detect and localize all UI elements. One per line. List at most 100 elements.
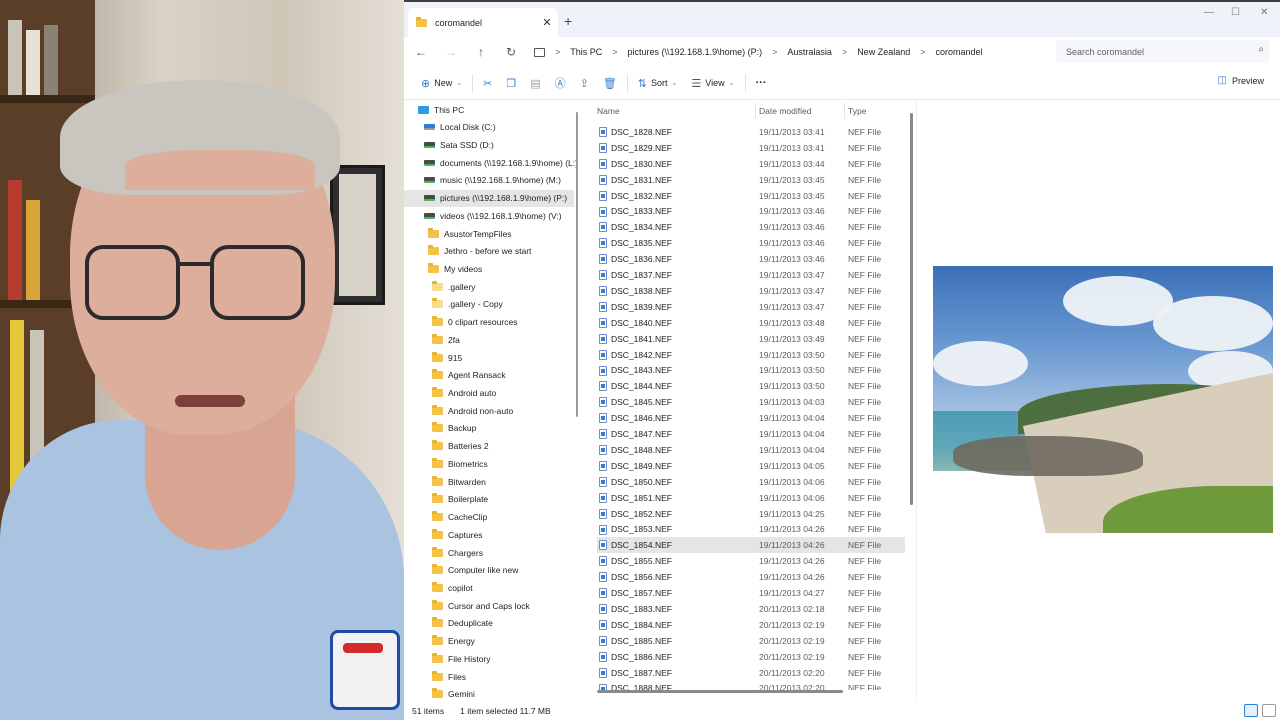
nav-item[interactable]: Files [432, 668, 466, 685]
file-row[interactable]: DSC_1841.NEF 19/11/2013 03:49 NEF File [597, 331, 905, 347]
nav-item[interactable]: Cursor and Caps lock [432, 597, 530, 614]
delete-button[interactable]: 🗑 [596, 71, 624, 95]
file-row[interactable]: DSC_1883.NEF 20/11/2013 02:18 NEF File [597, 601, 905, 617]
file-row[interactable]: DSC_1884.NEF 20/11/2013 02:19 NEF File [597, 617, 905, 633]
nav-item[interactable]: Gemini [432, 686, 475, 702]
file-row[interactable]: DSC_1886.NEF 20/11/2013 02:19 NEF File [597, 649, 905, 665]
nav-item[interactable]: 2fa [432, 331, 460, 348]
close-window-button[interactable]: ✕ [1260, 7, 1268, 18]
file-row[interactable]: DSC_1853.NEF 19/11/2013 04:26 NEF File [597, 522, 905, 538]
nav-item[interactable]: Sata SSD (D:) [424, 136, 494, 153]
nav-item[interactable]: My videos [428, 260, 482, 277]
more-options-button[interactable]: ··· [749, 71, 774, 95]
nav-item[interactable]: copilot [432, 579, 473, 596]
nav-item[interactable]: Deduplicate [432, 615, 493, 632]
refresh-icon[interactable]: ↻ [496, 45, 526, 59]
nav-item[interactable]: CacheClip [432, 509, 487, 526]
nav-item[interactable]: AsustorTempFiles [428, 225, 512, 242]
column-header-date-modified[interactable]: Date modified [759, 100, 811, 122]
file-row[interactable]: DSC_1829.NEF 19/11/2013 03:41 NEF File [597, 140, 905, 156]
nav-item[interactable]: Android non-auto [432, 402, 513, 419]
share-button[interactable]: ⇪ [573, 71, 596, 95]
new-button[interactable]: ⊕ New ⌄ [414, 71, 469, 95]
file-row[interactable]: DSC_1839.NEF 19/11/2013 03:47 NEF File [597, 299, 905, 315]
file-list-horizontal-scrollbar[interactable] [597, 690, 843, 693]
breadcrumb-separator[interactable]: > [555, 47, 560, 57]
file-row[interactable]: DSC_1857.NEF 19/11/2013 04:27 NEF File [597, 585, 905, 601]
breadcrumb-separator[interactable]: > [842, 47, 847, 57]
file-row[interactable]: DSC_1838.NEF 19/11/2013 03:47 NEF File [597, 283, 905, 299]
file-row[interactable]: DSC_1855.NEF 19/11/2013 04:26 NEF File [597, 553, 905, 569]
column-header-type[interactable]: Type [848, 100, 866, 122]
close-tab-icon[interactable]: ✕ [540, 16, 554, 29]
file-row[interactable]: DSC_1854.NEF 19/11/2013 04:26 NEF File [597, 537, 905, 554]
nav-item[interactable]: Bitwarden [432, 473, 486, 490]
file-row[interactable]: DSC_1837.NEF 19/11/2013 03:47 NEF File [597, 267, 905, 283]
nav-item[interactable]: Backup [432, 420, 476, 437]
copy-button[interactable]: ❐ [499, 71, 523, 95]
file-row[interactable]: DSC_1852.NEF 19/11/2013 04:25 NEF File [597, 506, 905, 522]
up-arrow-icon[interactable]: ↑ [466, 45, 496, 59]
nav-item[interactable]: Batteries 2 [432, 438, 489, 455]
nav-item[interactable]: Local Disk (C:) [424, 119, 496, 136]
nav-item[interactable]: 915 [432, 349, 462, 366]
breadcrumb-separator[interactable]: > [612, 47, 617, 57]
file-row[interactable]: DSC_1888.NEF 20/11/2013 02:20 NEF File [597, 681, 905, 690]
file-row[interactable]: DSC_1836.NEF 19/11/2013 03:46 NEF File [597, 251, 905, 267]
breadcrumb-australasia[interactable]: Australasia [787, 47, 832, 57]
nav-item[interactable]: File History [432, 650, 491, 667]
file-row[interactable]: DSC_1849.NEF 19/11/2013 04:05 NEF File [597, 458, 905, 474]
new-tab-button[interactable]: + [564, 13, 572, 29]
breadcrumb-new-zealand[interactable]: New Zealand [857, 47, 910, 57]
nav-item[interactable]: Agent Ransack [432, 367, 506, 384]
column-header-name[interactable]: Name [597, 100, 620, 122]
large-icons-view-icon[interactable] [1262, 704, 1276, 717]
maximize-button[interactable]: ☐ [1231, 7, 1240, 18]
file-row[interactable]: DSC_1834.NEF 19/11/2013 03:46 NEF File [597, 219, 905, 235]
breadcrumb-this-pc[interactable]: This PC [570, 47, 602, 57]
nav-item[interactable]: .gallery - Copy [432, 296, 503, 313]
nav-item[interactable]: music (\\192.168.1.9\home) (M:) [424, 172, 561, 189]
file-row[interactable]: DSC_1833.NEF 19/11/2013 03:46 NEF File [597, 204, 905, 220]
file-row[interactable]: DSC_1828.NEF 19/11/2013 03:41 NEF File [597, 124, 905, 140]
file-row[interactable]: DSC_1830.NEF 19/11/2013 03:44 NEF File [597, 156, 905, 172]
nav-item[interactable]: Captures [432, 526, 483, 543]
file-row[interactable]: DSC_1844.NEF 19/11/2013 03:50 NEF File [597, 378, 905, 394]
file-row[interactable]: DSC_1856.NEF 19/11/2013 04:26 NEF File [597, 569, 905, 585]
file-row[interactable]: DSC_1843.NEF 19/11/2013 03:50 NEF File [597, 363, 905, 379]
tab-coromandel[interactable]: coromandel ✕ [408, 8, 558, 37]
search-input[interactable]: Search coromandel ⌕ [1056, 40, 1270, 63]
file-row[interactable]: DSC_1848.NEF 19/11/2013 04:04 NEF File [597, 442, 905, 458]
file-row[interactable]: DSC_1850.NEF 19/11/2013 04:06 NEF File [597, 474, 905, 490]
file-row[interactable]: DSC_1851.NEF 19/11/2013 04:06 NEF File [597, 490, 905, 506]
breadcrumb-pictures[interactable]: pictures (\\192.168.1.9\home) (P:) [628, 47, 763, 57]
file-row[interactable]: DSC_1840.NEF 19/11/2013 03:48 NEF File [597, 315, 905, 331]
file-row[interactable]: DSC_1846.NEF 19/11/2013 04:04 NEF File [597, 410, 905, 426]
file-row[interactable]: DSC_1832.NEF 19/11/2013 03:45 NEF File [597, 188, 905, 204]
cut-button[interactable]: ✂ [476, 71, 499, 95]
nav-item[interactable]: pictures (\\192.168.1.9\home) (P:) [404, 189, 574, 207]
nav-item[interactable]: Computer like new [432, 562, 518, 579]
breadcrumb-separator[interactable]: > [920, 47, 925, 57]
nav-item[interactable]: Boilerplate [432, 491, 488, 508]
forward-arrow-icon[interactable]: → [436, 45, 466, 59]
nav-item[interactable]: 0 clipart resources [432, 314, 517, 331]
nav-item[interactable]: videos (\\192.168.1.9\home) (V:) [424, 207, 562, 224]
file-row[interactable]: DSC_1835.NEF 19/11/2013 03:46 NEF File [597, 235, 905, 251]
file-row[interactable]: DSC_1847.NEF 19/11/2013 04:04 NEF File [597, 426, 905, 442]
view-button[interactable]: ☰ View ⌄ [684, 71, 741, 95]
breadcrumb-separator[interactable]: > [772, 47, 777, 57]
file-list-scrollbar[interactable] [910, 113, 913, 505]
file-row[interactable]: DSC_1842.NEF 19/11/2013 03:50 NEF File [597, 347, 905, 363]
details-view-icon[interactable] [1244, 704, 1258, 717]
nav-scrollbar[interactable] [576, 112, 578, 417]
file-row[interactable]: DSC_1845.NEF 19/11/2013 04:03 NEF File [597, 394, 905, 410]
nav-item[interactable]: Jethro - before we start [428, 243, 531, 260]
paste-button[interactable]: ▤ [523, 71, 547, 95]
nav-item[interactable]: .gallery [432, 278, 475, 295]
preview-button[interactable]: ◫ Preview [1218, 75, 1264, 86]
nav-item[interactable]: Chargers [432, 544, 483, 561]
nav-item[interactable]: This PC [418, 101, 464, 118]
minimize-button[interactable]: — [1204, 7, 1214, 18]
file-row[interactable]: DSC_1831.NEF 19/11/2013 03:45 NEF File [597, 172, 905, 188]
